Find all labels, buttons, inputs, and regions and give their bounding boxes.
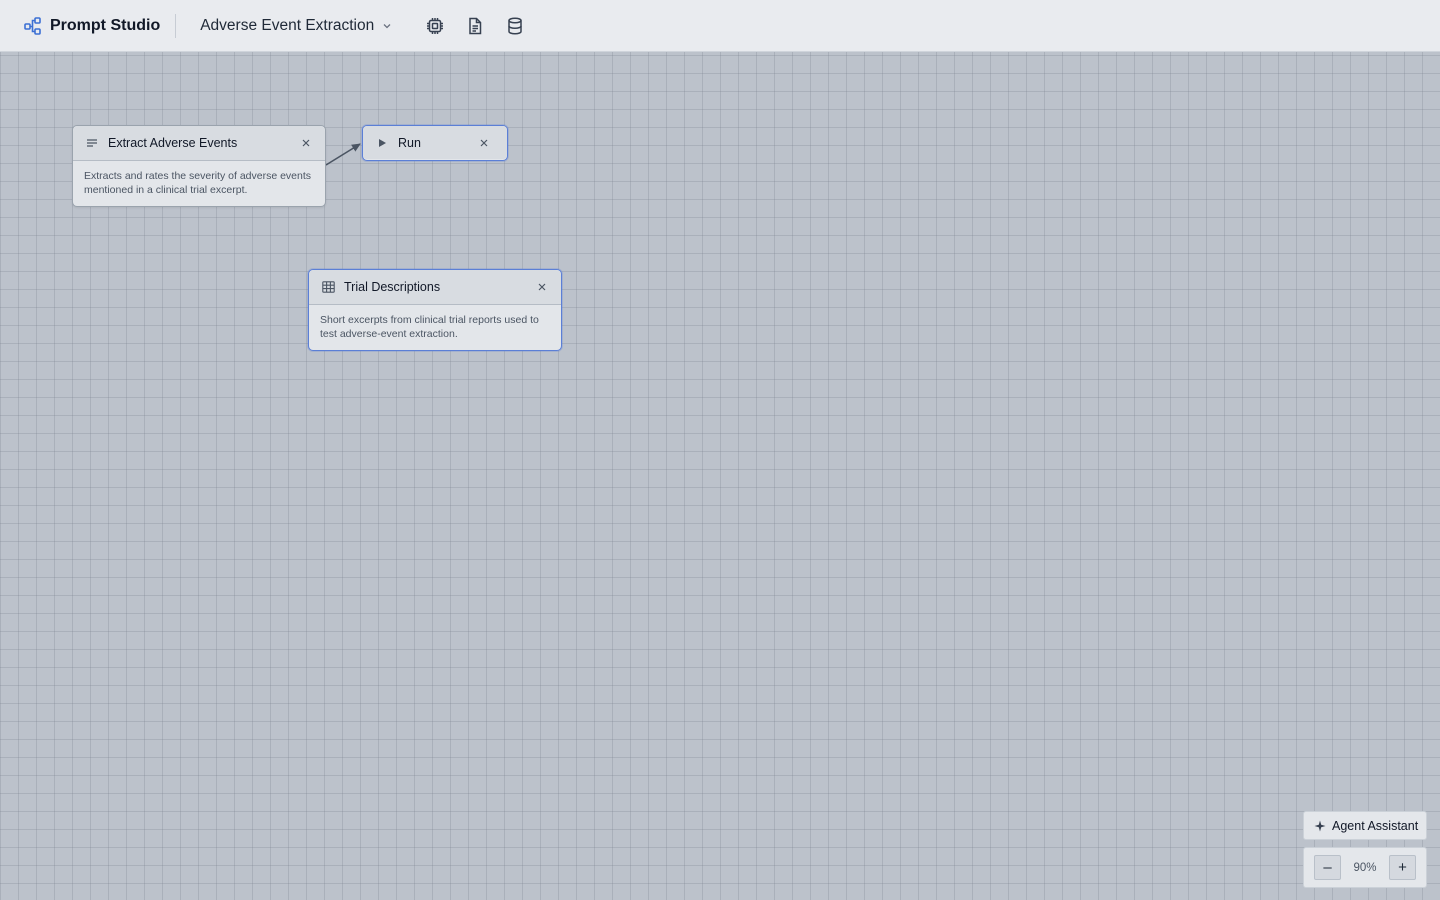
node-run[interactable]: Run [362, 125, 508, 161]
node-extract-adverse-events[interactable]: Extract Adverse Events Extracts and rate… [72, 125, 326, 207]
zoom-level: 90% [1353, 861, 1377, 874]
chevron-down-icon [382, 21, 392, 31]
lines-icon [85, 136, 99, 150]
brand[interactable]: Prompt Studio [0, 0, 160, 51]
table-icon [321, 280, 335, 294]
edge-prompt-to-run[interactable] [325, 143, 361, 166]
project-selector[interactable]: Adverse Event Extraction [200, 17, 392, 35]
node-header[interactable]: Extract Adverse Events [73, 126, 325, 161]
agent-assistant-label: Agent Assistant [1332, 818, 1419, 833]
header-divider [175, 13, 177, 38]
node-header[interactable]: Run [363, 126, 507, 159]
workflow-logo-icon [24, 16, 42, 35]
zoom-in-button[interactable]: + [1389, 855, 1416, 880]
document-icon[interactable] [465, 16, 485, 36]
database-icon[interactable] [505, 16, 525, 36]
top-bar: Prompt Studio Adverse Event Extraction [0, 0, 1440, 52]
zoom-out-button[interactable]: – [1314, 855, 1341, 880]
zoom-controls: – 90% + [1303, 847, 1427, 888]
node-description: Extracts and rates the severity of adver… [84, 170, 312, 196]
node-title: Run [398, 135, 421, 150]
agent-assistant-button[interactable]: Agent Assistant [1303, 811, 1427, 840]
node-title: Trial Descriptions [344, 280, 441, 294]
app-name: Prompt Studio [50, 16, 161, 34]
node-description: Short excerpts from clinical trial repor… [320, 314, 539, 340]
close-icon[interactable] [299, 136, 313, 150]
close-icon[interactable] [535, 280, 549, 294]
toolbar [425, 16, 525, 36]
close-icon[interactable] [477, 136, 491, 150]
node-title: Extract Adverse Events [108, 136, 238, 150]
node-header[interactable]: Trial Descriptions [309, 270, 561, 305]
sparkle-icon [1314, 820, 1326, 832]
node-trial-descriptions[interactable]: Trial Descriptions Short excerpts from c… [308, 269, 562, 351]
project-name: Adverse Event Extraction [200, 16, 375, 34]
cpu-chip-icon[interactable] [425, 16, 445, 36]
workflow-canvas[interactable]: Extract Adverse Events Extracts and rate… [0, 52, 1440, 900]
play-icon[interactable] [375, 136, 389, 150]
